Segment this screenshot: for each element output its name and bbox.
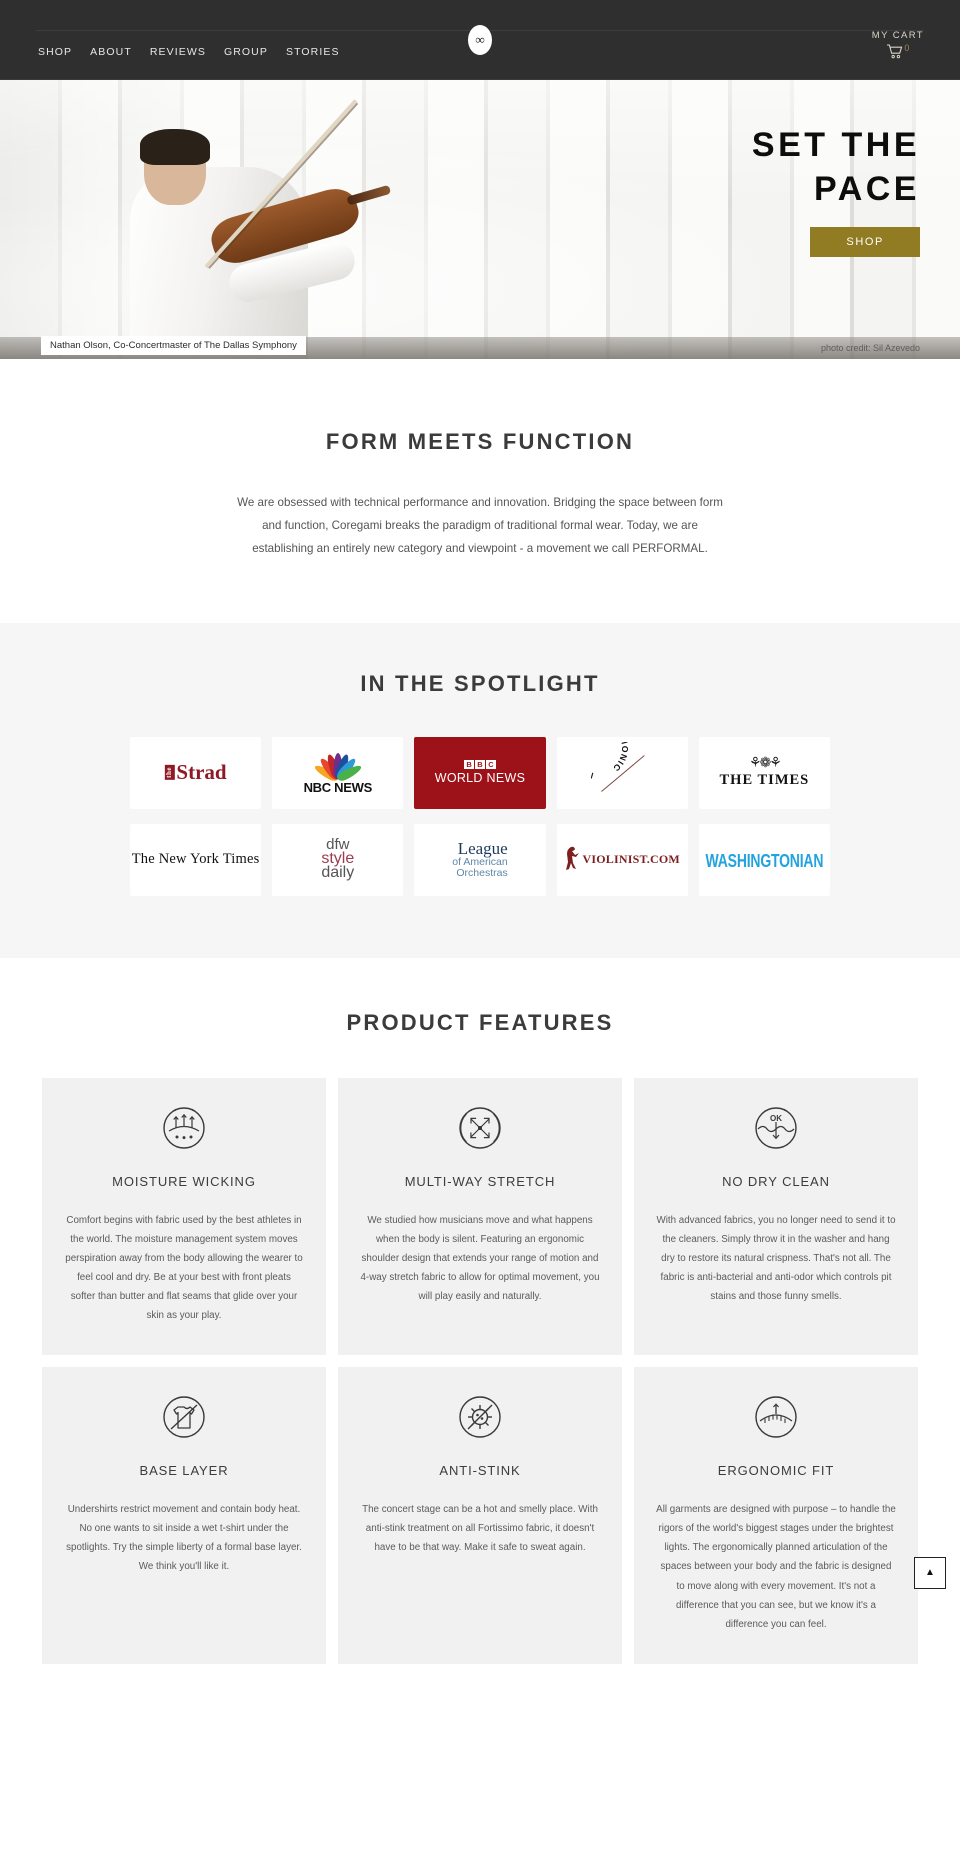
site-logo[interactable]: ∞ [468,24,492,55]
primary-nav: SHOP ABOUT REVIEWS GROUP STORIES [38,46,340,58]
nbc-news-logo-icon: NBC NEWS [304,749,372,796]
dfw-style-daily-logo-icon: dfw style daily [321,835,355,882]
anti-stink-icon [458,1395,502,1439]
chevron-up-icon: ▲ [925,1567,935,1579]
ergonomic-fit-icon [754,1395,798,1439]
multi-way-stretch-icon [458,1106,502,1150]
base-layer-icon [162,1395,206,1439]
kokopelli-icon [566,846,580,870]
hero-violinist-photo [78,87,408,377]
hero-title-line1: SET THE [751,126,920,164]
feature-title: BASE LAYER [139,1463,229,1479]
nav-item-stories[interactable]: STORIES [286,46,340,58]
logo-oval-icon: ∞ [468,24,492,55]
hero-photo-credit: photo credit: Sil Azevedo [820,343,920,353]
press-logo-the-new-york-times[interactable]: The New York Times [130,823,262,896]
cart-label: MY CART [871,30,924,41]
the-strad-text: Strad [176,759,227,784]
press-logo-bbc-world-news[interactable]: BBC WORLD NEWS [414,736,546,809]
hero-caption: Nathan Olson, Co-Concertmaster of The Da… [41,336,306,355]
intro-title: FORM MEETS FUNCTION [325,429,635,454]
hero-copy: SET THE PACE SHOP [560,124,920,258]
nbc-news-text: NBC NEWS [303,780,373,796]
hero-banner: SET THE PACE SHOP Nathan Olson, Co-Conce… [0,80,960,377]
press-logo-nbc-news[interactable]: NBC NEWS [272,736,404,809]
press-logo-violinist-com[interactable]: VIOLINIST.COM [556,823,688,896]
feature-text: Undershirts restrict movement and contai… [66,1504,302,1573]
feature-card-moisture-wicking: MOISTURE WICKING Comfort begins with fab… [42,1077,326,1356]
features-section: PRODUCT FEATURES MOISTURE WICKING Comfor… [0,957,960,1704]
feature-text: We studied how musicians move and what h… [360,1214,600,1302]
hero-shop-button[interactable]: SHOP [810,227,920,258]
features-title: PRODUCT FEATURES [346,1009,614,1035]
feature-title: MOISTURE WICKING [112,1173,256,1189]
press-logo-the-strad[interactable]: the Strad [130,736,262,809]
feature-title: NO DRY CLEAN [722,1173,830,1189]
league-of-american-orchestras-logo-icon: League of American Orchestras [452,838,508,880]
nav-item-shop[interactable]: SHOP [38,46,72,58]
the-times-logo-icon: ⚘❁⚘ THE TIMES [719,755,810,789]
shopping-cart-icon [886,44,903,59]
features-grid: MOISTURE WICKING Comfort begins with fab… [42,1077,918,1664]
the-times-crest-icon: ⚘❁⚘ [748,755,782,771]
logo-glyph: ∞ [475,32,485,47]
intro-section: FORM MEETS FUNCTION We are obsessed with… [0,377,960,623]
the-new-york-times-logo-icon: The New York Times [131,851,260,868]
feature-title: ANTI-STINK [439,1463,521,1479]
new-york-philharmonic-logo-icon: NEW YORK PHILHARMONIC [591,742,653,804]
violinist-com-logo-icon: VIOLINIST.COM [564,845,680,875]
bbc-world-news-text: WORLD NEWS [434,771,526,786]
spotlight-section: IN THE SPOTLIGHT the Strad NBC NEWS B B … [0,622,960,958]
hero-floor-edge [0,359,960,377]
bbc-world-news-logo-icon: BBC WORLD NEWS [414,736,546,809]
feature-card-base-layer: BASE LAYER Undershirts restrict movement… [42,1367,326,1664]
cart-count-badge: 0 [904,43,910,53]
nav-item-group[interactable]: GROUP [224,46,268,58]
washingtonian-logo-icon: WASHINGTONIAN [705,848,824,871]
page-root: SHOP ABOUT REVIEWS GROUP STORIES ∞ MY CA… [0,0,960,1704]
the-strad-sub: the [164,765,175,780]
no-dry-clean-icon: OK [754,1106,798,1150]
the-times-text: THE TIMES [719,771,810,788]
feature-card-no-dry-clean: OK NO DRY CLEAN With advanced fabrics, y… [634,1077,918,1356]
press-logo-dfw-style-daily[interactable]: dfw style daily [272,823,404,896]
feature-card-ergonomic-fit: ERGONOMIC FIT All garments are designed … [634,1367,918,1664]
press-logo-grid: the Strad NBC NEWS B B C WORLD NEWS ONIC… [130,736,830,896]
feature-text: All garments are designed with purpose –… [656,1504,896,1630]
press-logo-washingtonian[interactable]: WASHINGTONIAN [698,823,830,896]
hero-title-line2: PACE [814,169,920,208]
scroll-to-top-button[interactable]: ▲ [914,1556,946,1589]
cart-widget[interactable]: MY CART 0 [872,30,924,59]
feature-title: ERGONOMIC FIT [717,1463,835,1479]
press-logo-new-york-philharmonic[interactable]: NEW YORK PHILHARMONIC [556,736,688,809]
press-logo-league-of-american-orchestras[interactable]: League of American Orchestras [414,823,546,896]
nav-item-about[interactable]: ABOUT [90,46,132,58]
feature-text: The concert stage can be a hot and smell… [362,1504,598,1554]
feature-card-multi-way-stretch: MULTI-WAY STRETCH We studied how musicia… [338,1077,622,1356]
site-header: SHOP ABOUT REVIEWS GROUP STORIES ∞ MY CA… [0,0,960,80]
feature-card-anti-stink: ANTI-STINK The concert stage can be a ho… [338,1367,622,1664]
violinist-com-text: VIOLINIST.COM [582,852,680,867]
the-strad-logo-icon: the Strad [164,759,227,785]
moisture-wicking-icon [162,1106,206,1150]
svg-text:NEW YORK PHILHARMONIC: NEW YORK PHILHARMONIC [591,742,630,781]
press-logo-the-times[interactable]: ⚘❁⚘ THE TIMES [698,736,830,809]
feature-title: MULTI-WAY STRETCH [404,1173,556,1189]
feature-text: Comfort begins with fabric used by the b… [65,1214,303,1322]
feature-text: With advanced fabrics, you no longer nee… [656,1214,896,1302]
intro-body: We are obsessed with technical performan… [237,496,723,556]
spotlight-title: IN THE SPOTLIGHT [360,670,600,696]
nbc-peacock-icon [312,749,364,784]
svg-text:OK: OK [770,1114,782,1123]
nav-item-reviews[interactable]: REVIEWS [150,46,206,58]
